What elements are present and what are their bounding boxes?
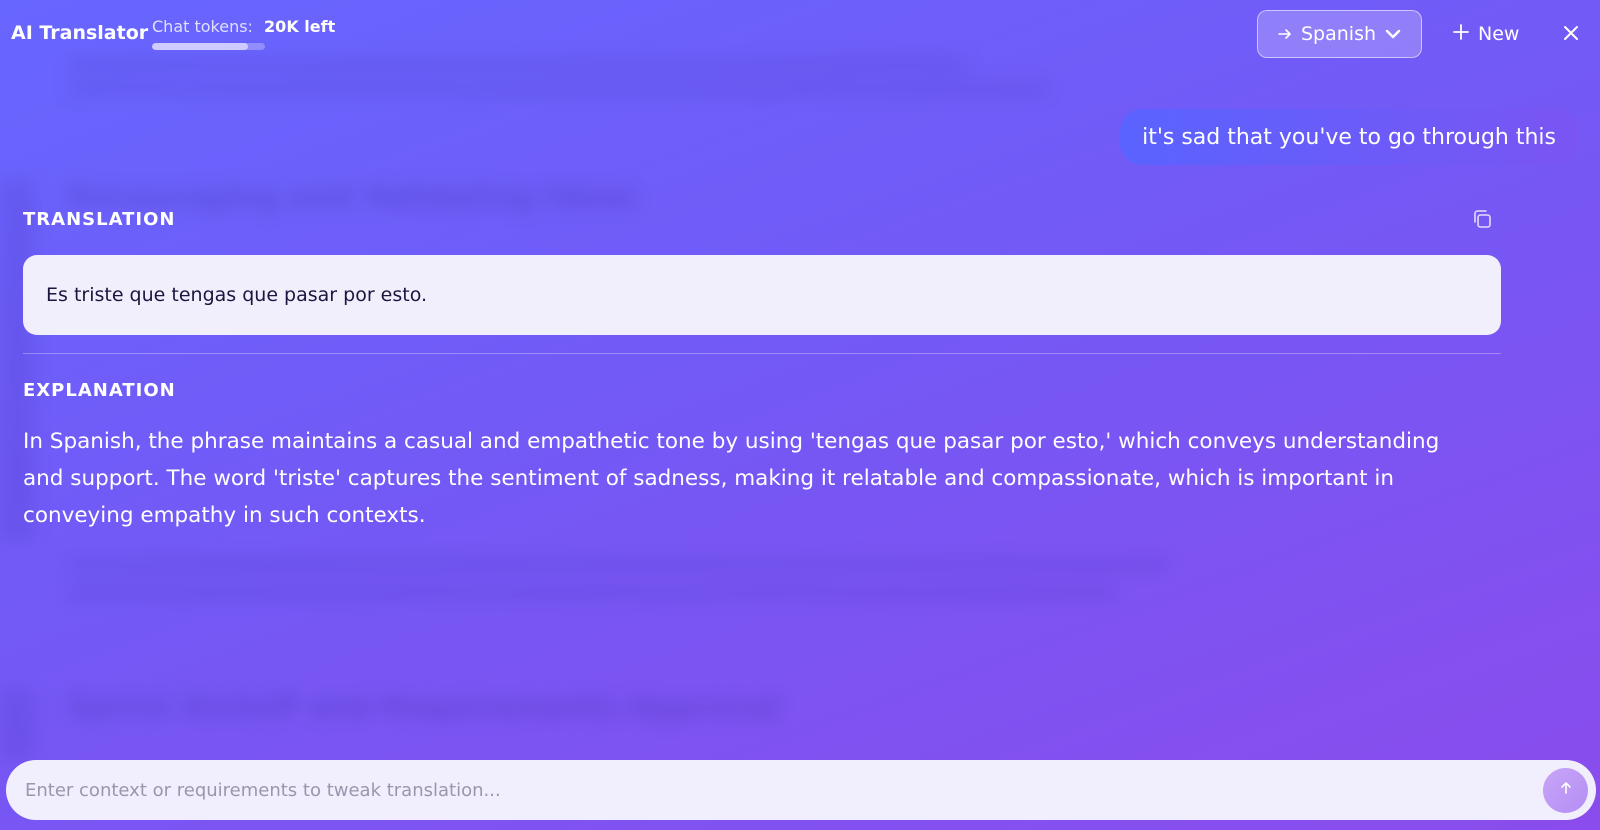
user-message-bubble: it's sad that you've to go through this (1120, 109, 1578, 165)
tokens-progress-fill (152, 43, 249, 50)
language-label: Spanish (1300, 23, 1377, 45)
copy-icon (1471, 210, 1493, 234)
tokens-progress-bar (152, 43, 265, 50)
chevron-down-icon (1384, 25, 1402, 43)
new-chat-button[interactable]: New (1452, 18, 1519, 50)
new-chat-label: New (1478, 23, 1520, 45)
composer-bar (6, 760, 1596, 820)
tokens-value: 20K left (264, 17, 336, 36)
copy-button[interactable] (1471, 208, 1493, 230)
background-heading: Sprint Kickoff and Requirements Approval (68, 690, 781, 725)
background-sidebar-block (0, 690, 34, 760)
plus-icon (1452, 23, 1470, 46)
language-selector-button[interactable]: Spanish (1257, 10, 1422, 58)
translation-result: Es triste que tengas que pasar por esto. (23, 255, 1501, 335)
arrow-up-icon (1558, 780, 1574, 800)
tokens-label: Chat tokens: (152, 17, 253, 36)
translation-heading: TRANSLATION (23, 209, 176, 230)
send-button[interactable] (1543, 767, 1588, 813)
background-text-line (68, 84, 1048, 94)
explanation-text: In Spanish, the phrase maintains a casua… (23, 429, 1440, 528)
close-icon (1560, 26, 1582, 48)
token-usage-text: Chat tokens: 20K left (152, 17, 335, 36)
close-button[interactable] (1560, 22, 1582, 44)
section-divider (23, 353, 1501, 354)
background-text-line (68, 560, 1168, 570)
top-bar: AI Translator Chat tokens: 20K left Span… (0, 0, 1600, 66)
app-title: AI Translator (11, 22, 149, 44)
explanation-heading: EXPLANATION (23, 380, 176, 401)
token-usage: Chat tokens: 20K left (152, 17, 335, 50)
background-text-line (68, 588, 1118, 598)
context-input[interactable] (6, 760, 1543, 820)
arrow-right-icon (1277, 26, 1293, 42)
